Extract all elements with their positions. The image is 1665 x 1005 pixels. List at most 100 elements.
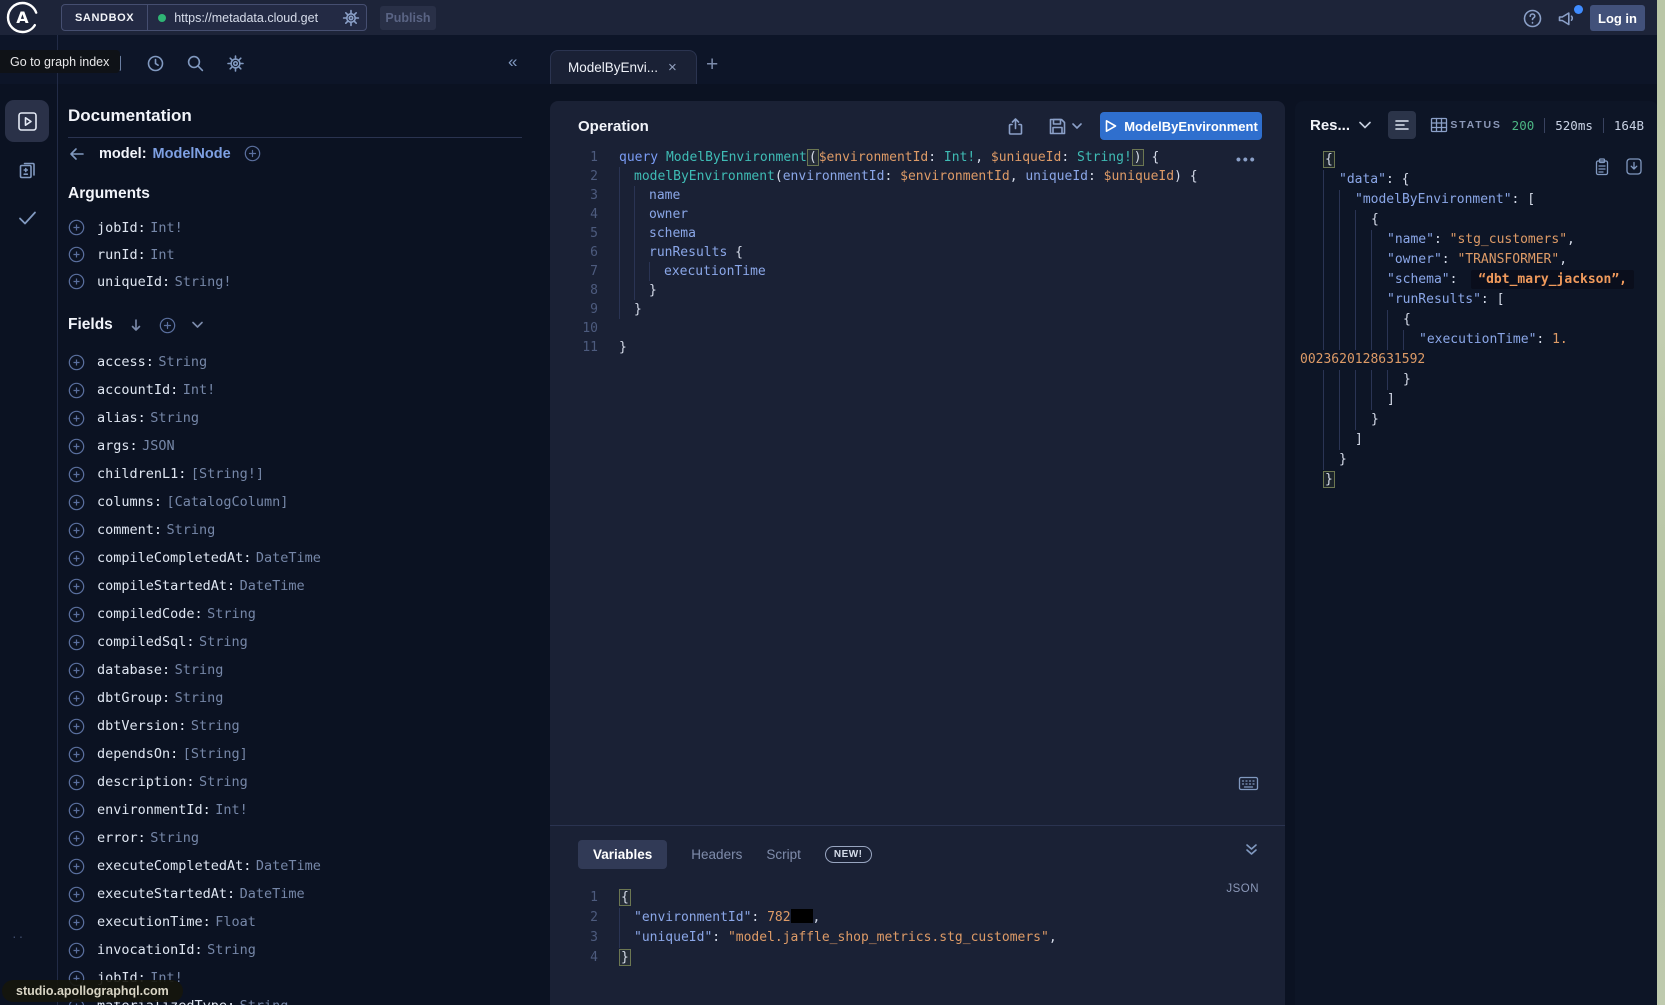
search-icon[interactable]	[186, 54, 205, 78]
field-name[interactable]: executeCompletedAt:	[97, 858, 251, 874]
add-field-icon[interactable]	[68, 354, 85, 371]
tab-script[interactable]: Script	[766, 847, 801, 862]
sort-fields-icon[interactable]	[129, 318, 143, 333]
run-operation-button[interactable]: ModelByEnvironment	[1100, 112, 1262, 140]
add-field-icon[interactable]	[68, 246, 85, 263]
field-name[interactable]: executeStartedAt:	[97, 886, 235, 902]
code-line[interactable]: 3name	[550, 186, 1271, 205]
add-field-icon[interactable]	[68, 914, 85, 931]
save-operation-icon[interactable]	[1048, 117, 1082, 136]
code-line[interactable]: 10	[550, 319, 1271, 338]
field-name[interactable]: accountId:	[97, 382, 178, 398]
add-field-icon[interactable]	[68, 802, 85, 819]
field-row[interactable]: dbtVersion: String	[68, 712, 537, 740]
code-line[interactable]: 5schema	[550, 224, 1271, 243]
field-name[interactable]: jobId:	[97, 220, 146, 236]
field-row[interactable]: alias: String	[68, 404, 537, 432]
add-field-icon[interactable]	[68, 410, 85, 427]
field-type[interactable]: JSON	[142, 438, 175, 454]
field-name[interactable]: invocationId:	[97, 942, 203, 958]
field-type[interactable]: String	[150, 410, 199, 426]
field-type[interactable]: DateTime	[256, 858, 321, 874]
code-line[interactable]: 6runResults {	[550, 243, 1271, 262]
field-row[interactable]: error: String	[68, 824, 537, 852]
add-field-icon[interactable]	[68, 382, 85, 399]
add-type-icon[interactable]	[244, 145, 261, 162]
field-row[interactable]: uniqueId: String!	[68, 268, 537, 295]
field-name[interactable]: compiledCode:	[97, 606, 203, 622]
code-line[interactable]: }	[1295, 470, 1658, 490]
field-row[interactable]: columns: [CatalogColumn]	[68, 488, 537, 516]
field-name[interactable]: alias:	[97, 410, 146, 426]
add-field-icon[interactable]	[68, 273, 85, 290]
field-row[interactable]: args: JSON	[68, 432, 537, 460]
field-type[interactable]: [CatalogColumn]	[166, 494, 288, 510]
add-field-icon[interactable]	[68, 662, 85, 679]
chevron-down-icon[interactable]	[192, 321, 203, 329]
field-type[interactable]: Int!	[215, 802, 248, 818]
add-field-icon[interactable]	[68, 746, 85, 763]
field-type[interactable]: String	[207, 606, 256, 622]
add-field-icon[interactable]	[68, 494, 85, 511]
explorer-nav-item[interactable]	[5, 100, 49, 142]
endpoint-url[interactable]: https://metadata.cloud.get	[174, 11, 318, 25]
publish-button[interactable]: Publish	[380, 6, 436, 30]
field-row[interactable]: executionTime: Float	[68, 908, 537, 936]
tab-variables[interactable]: Variables	[578, 840, 667, 869]
field-row[interactable]: comment: String	[68, 516, 537, 544]
collapse-variables-icon[interactable]	[1244, 843, 1259, 862]
tab-close-icon[interactable]: ×	[668, 60, 677, 75]
schema-nav-icon[interactable]	[16, 158, 39, 186]
field-type[interactable]: [String!]	[191, 466, 264, 482]
code-line[interactable]: "modelByEnvironment": [	[1295, 190, 1658, 210]
field-type[interactable]: String	[191, 718, 240, 734]
login-button[interactable]: Log in	[1590, 5, 1645, 31]
code-line[interactable]: 4owner	[550, 205, 1271, 224]
tab-headers[interactable]: Headers	[691, 847, 742, 862]
field-type[interactable]: String	[175, 662, 224, 678]
field-type[interactable]: Float	[215, 914, 256, 930]
add-field-icon[interactable]	[68, 886, 85, 903]
field-row[interactable]: description: String	[68, 768, 537, 796]
field-row[interactable]: childrenL1: [String!]	[68, 460, 537, 488]
field-name[interactable]: compileCompletedAt:	[97, 550, 251, 566]
field-row[interactable]: compileStartedAt: DateTime	[68, 572, 537, 600]
code-line[interactable]: "runResults": [	[1295, 290, 1658, 310]
field-type[interactable]: String	[207, 942, 256, 958]
field-name[interactable]: runId:	[97, 247, 146, 263]
field-row[interactable]: accountId: Int!	[68, 376, 537, 404]
add-field-icon[interactable]	[68, 522, 85, 539]
code-line[interactable]: {	[1295, 210, 1658, 230]
field-type[interactable]: String	[199, 774, 248, 790]
field-row[interactable]: invocationId: String	[68, 936, 537, 964]
response-table-view-icon[interactable]	[1430, 117, 1448, 133]
code-line[interactable]: 2"environmentId": 782,	[550, 908, 1271, 928]
code-line[interactable]: ]	[1295, 390, 1658, 410]
add-field-icon[interactable]	[68, 942, 85, 959]
field-name[interactable]: database:	[97, 662, 170, 678]
code-line[interactable]: 11}	[550, 338, 1271, 357]
add-field-icon[interactable]	[68, 438, 85, 455]
collapse-docs-icon[interactable]: «	[508, 52, 517, 72]
field-row[interactable]: environmentId: Int!	[68, 796, 537, 824]
code-line[interactable]: 8}	[550, 281, 1271, 300]
add-field-icon[interactable]	[68, 466, 85, 483]
field-row[interactable]: dbtGroup: String	[68, 684, 537, 712]
code-line[interactable]: "data": {	[1295, 170, 1658, 190]
tab-title[interactable]: ModelByEnvi...	[568, 60, 658, 75]
field-row[interactable]: compiledCode: String	[68, 600, 537, 628]
field-name[interactable]: childrenL1:	[97, 466, 186, 482]
field-name[interactable]: comment:	[97, 522, 162, 538]
field-type[interactable]: String!	[175, 274, 232, 290]
response-title[interactable]: Res...	[1310, 117, 1350, 134]
field-name[interactable]: uniqueId:	[97, 274, 170, 290]
help-icon[interactable]	[1523, 9, 1542, 33]
code-line[interactable]: 2modelByEnvironment(environmentId: $envi…	[550, 167, 1271, 186]
code-line[interactable]: 1{	[550, 888, 1271, 908]
checks-nav-icon[interactable]	[16, 206, 39, 234]
field-name[interactable]: dbtVersion:	[97, 718, 186, 734]
share-operation-icon[interactable]	[1006, 117, 1025, 142]
response-viewer[interactable]: {"data": {"modelByEnvironment": [{"name"…	[1295, 150, 1658, 490]
settings-gear-icon[interactable]	[226, 54, 245, 78]
operation-tab[interactable]: ModelByEnvi... ×	[550, 50, 697, 84]
